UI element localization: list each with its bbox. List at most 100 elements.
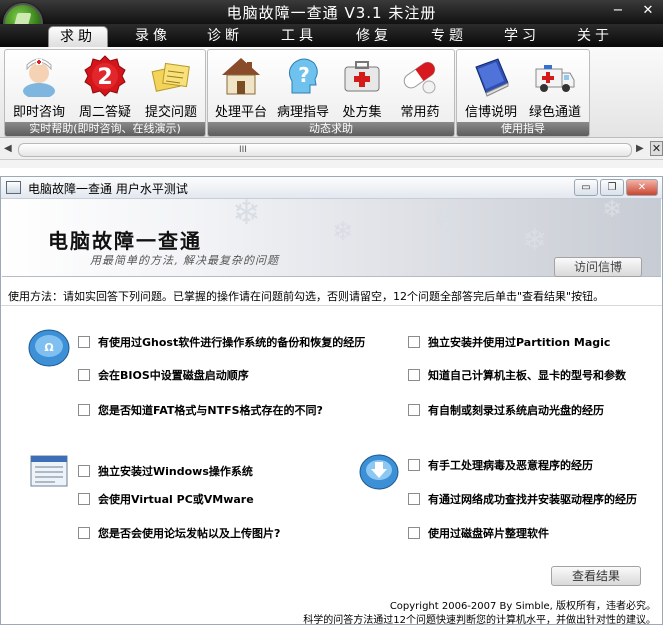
pills-icon: [403, 61, 436, 94]
instructions-text: 使用方法：请如实回答下列问题。已掌握的操作请在问题前勾选，否则请留空，12个问题…: [8, 290, 605, 303]
question-item[interactable]: 您是否知道FAT格式与NTFS格式存在的不同?: [78, 402, 323, 418]
ribbon-group-realtime-help: 即时咨询 2 周二答疑 提交问题 实时帮助(即时咨询、在线演示): [4, 49, 206, 137]
question-item[interactable]: 您是否会使用论坛发帖以及上传图片?: [78, 525, 280, 541]
window-icon: [6, 181, 21, 194]
doc-title: 电脑故障一查通 用户水平测试: [28, 182, 188, 196]
tab-video[interactable]: 录像: [124, 26, 182, 47]
question-text: 独立安装并使用过Partition Magic: [428, 336, 611, 349]
tab-diagnose[interactable]: 诊断: [196, 26, 254, 47]
question-text: 您是否知道FAT格式与NTFS格式存在的不同?: [98, 404, 323, 417]
view-result-button[interactable]: 查看结果: [551, 566, 641, 586]
pathology-guide-button[interactable]: ? 病理指导: [272, 50, 334, 120]
nurse-icon: [23, 58, 55, 97]
scroll-right-arrow-icon[interactable]: ▶: [636, 143, 644, 154]
instant-consult-button[interactable]: 即时咨询: [7, 50, 71, 120]
close-panel-icon[interactable]: ✕: [650, 141, 663, 156]
download-disk-icon: [359, 454, 399, 490]
red-number-2-icon: 2: [84, 55, 126, 97]
question-item[interactable]: 知道自己计算机主板、显卡的型号和参数: [408, 367, 626, 383]
common-medicine-label: 常用药: [400, 105, 440, 120]
banner-subtitle: 用最简单的方法, 解决最复杂的问题: [90, 254, 279, 267]
question-text: 有使用过Ghost软件进行操作系统的备份和恢复的经历: [98, 336, 366, 349]
question-checkbox[interactable]: [408, 404, 420, 416]
banner-title: 电脑故障一查通: [48, 229, 202, 253]
tuesday-qa-label: 周二答疑: [78, 105, 131, 120]
first-aid-kit-icon: [344, 61, 380, 92]
question-checkbox[interactable]: [408, 527, 420, 539]
doc-close-button[interactable]: ✕: [626, 179, 658, 196]
snowflake-icon: ❄: [602, 199, 623, 223]
question-text: 知道自己计算机主板、显卡的型号和参数: [428, 369, 626, 382]
tab-tools[interactable]: 工具: [270, 26, 328, 47]
ribbon-group-label: 实时帮助(即时咨询、在线演示): [5, 122, 205, 136]
pathology-guide-label: 病理指导: [276, 105, 329, 120]
question-item[interactable]: 有手工处理病毒及恶意程序的经历: [408, 457, 593, 473]
xinbo-manual-label: 信博说明: [464, 105, 517, 120]
ribbon-group-usage-guide: 信博说明 绿色通道 使用指导: [456, 49, 590, 137]
tuesday-qa-button[interactable]: 2 周二答疑: [73, 50, 137, 120]
green-channel-label: 绿色通道: [528, 105, 581, 120]
scrollbar-grip[interactable]: III: [239, 145, 247, 155]
tab-repair[interactable]: 修复: [345, 26, 403, 47]
question-head-icon: ?: [288, 58, 318, 94]
question-item[interactable]: 有使用过Ghost软件进行操作系统的备份和恢复的经历: [78, 334, 365, 350]
tab-about[interactable]: 关于: [566, 26, 624, 47]
question-item[interactable]: 有通过网络成功查找并安装驱动程序的经历: [408, 491, 637, 507]
ribbon: 即时咨询 2 周二答疑 提交问题 实时帮助(即时咨询、在线演示) 处理平台 ? …: [0, 47, 663, 138]
question-checkbox[interactable]: [78, 465, 90, 477]
handling-platform-button[interactable]: 处理平台: [210, 50, 272, 120]
submit-question-label: 提交问题: [144, 105, 197, 120]
ambulance-icon: [535, 65, 575, 92]
disk-backup-icon: Ω: [28, 329, 70, 367]
question-item[interactable]: 独立安装过Windows操作系统: [78, 463, 253, 479]
question-checkbox[interactable]: [78, 369, 90, 381]
tab-learn[interactable]: 学习: [493, 26, 551, 47]
horizontal-scrollbar[interactable]: ◀ III ▶ ✕: [0, 139, 663, 160]
question-text: 会使用Virtual PC或VMware: [98, 493, 254, 506]
common-medicine-button[interactable]: 常用药: [390, 50, 450, 120]
ribbon-group-dynamic-help: 处理平台 ? 病理指导 处方集 常用药 动态求助: [207, 49, 455, 137]
minimize-button[interactable]: −: [609, 3, 627, 18]
question-item[interactable]: 会使用Virtual PC或VMware: [78, 491, 254, 507]
copyright-text: Copyright 2006-2007 By Simble, 版权所有，违者必究…: [389, 601, 656, 612]
title-bar: 电脑故障一查通 V3.1 未注册 − ✕: [0, 0, 663, 24]
visit-xinbo-button[interactable]: 访问信博: [554, 257, 642, 277]
question-checkbox[interactable]: [78, 493, 90, 505]
instant-consult-label: 即时咨询: [12, 105, 65, 120]
question-checkbox[interactable]: [408, 493, 420, 505]
doc-minimize-button[interactable]: ▭: [574, 179, 598, 196]
scrollbar-track[interactable]: III: [18, 143, 632, 157]
question-text: 您是否会使用论坛发帖以及上传图片?: [98, 527, 281, 540]
question-checkbox[interactable]: [408, 459, 420, 471]
question-checkbox[interactable]: [408, 336, 420, 348]
scroll-left-arrow-icon[interactable]: ◀: [4, 143, 12, 154]
main-tabbar: 求助 录像 诊断 工具 修复 专题 学习 关于: [0, 24, 663, 48]
question-checkbox[interactable]: [78, 527, 90, 539]
doc-title-bar: 电脑故障一查通 用户水平测试 ▭ ❐ ✕: [1, 177, 662, 199]
question-text: 有通过网络成功查找并安装驱动程序的经历: [428, 493, 637, 506]
question-checkbox[interactable]: [78, 404, 90, 416]
snowflake-icon: ❄: [332, 217, 354, 247]
question-item[interactable]: 会在BIOS中设置磁盘启动顺序: [78, 367, 249, 383]
question-text: 有手工处理病毒及恶意程序的经历: [428, 459, 593, 472]
snowflake-icon: ❄: [432, 199, 466, 243]
submit-question-button[interactable]: 提交问题: [139, 50, 203, 120]
question-checkbox[interactable]: [78, 336, 90, 348]
question-item[interactable]: 使用过磁盘碎片整理软件: [408, 525, 549, 541]
question-text: 有自制或刻录过系统启动光盘的经历: [428, 404, 604, 417]
house-icon: [222, 58, 260, 95]
xinbo-manual-button[interactable]: 信博说明: [459, 50, 523, 120]
doc-restore-button[interactable]: ❐: [600, 179, 624, 196]
tab-topics[interactable]: 专题: [420, 26, 478, 47]
question-mark: ?: [298, 63, 310, 87]
badge-number: 2: [97, 65, 112, 90]
question-item[interactable]: 独立安装并使用过Partition Magic: [408, 334, 610, 350]
question-checkbox[interactable]: [408, 369, 420, 381]
tab-help[interactable]: 求助: [48, 26, 108, 48]
prescription-button[interactable]: 处方集: [334, 50, 390, 120]
question-item[interactable]: 有自制或刻录过系统启动光盘的经历: [408, 402, 604, 418]
ribbon-group-label: 动态求助: [208, 122, 454, 136]
close-button[interactable]: ✕: [639, 3, 657, 18]
green-channel-button[interactable]: 绿色通道: [523, 50, 587, 120]
snowflake-icon: ❄: [232, 199, 261, 233]
